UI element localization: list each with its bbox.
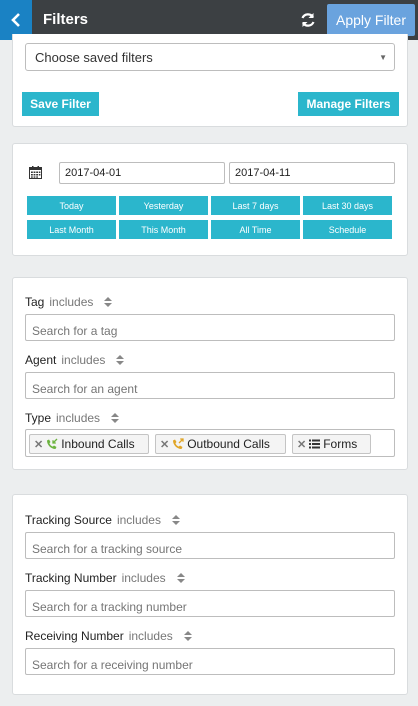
tag-label: Inbound Calls — [61, 437, 135, 451]
receiving-number-search-input[interactable] — [25, 648, 395, 675]
type-operator[interactable]: includes — [56, 411, 100, 425]
page-title: Filters — [43, 11, 89, 28]
filters-card-primary: Tag includes Agent includes Type include… — [12, 277, 408, 470]
tag-operator[interactable]: includes — [49, 295, 93, 309]
saved-filters-select-value: Choose saved filters — [35, 50, 153, 65]
tracking-source-search-input[interactable] — [25, 532, 395, 559]
type-tags-input[interactable]: ✕ Inbound Calls ✕ Outbound Calls ✕ Forms — [25, 429, 395, 457]
type-tag-outbound: ✕ Outbound Calls — [155, 434, 286, 454]
list-icon — [309, 439, 321, 449]
remove-tag-icon[interactable]: ✕ — [297, 438, 306, 451]
type-tag-inbound: ✕ Inbound Calls — [29, 434, 149, 454]
filters-card-tracking: Tracking Source includes Tracking Number… — [12, 494, 408, 695]
manage-filters-button[interactable]: Manage Filters — [298, 92, 399, 116]
receiving-number-label: Receiving Number — [25, 629, 124, 643]
end-date-input[interactable]: 2017-04-11 — [229, 162, 395, 184]
sort-icon[interactable] — [176, 573, 185, 583]
tracking-source-filter-label: Tracking Source includes — [25, 513, 180, 527]
remove-tag-icon[interactable]: ✕ — [34, 438, 43, 451]
today-button[interactable]: Today — [27, 196, 116, 215]
yesterday-button[interactable]: Yesterday — [119, 196, 208, 215]
sort-icon[interactable] — [104, 297, 113, 307]
receiving-number-filter-label: Receiving Number includes — [25, 629, 192, 643]
tracking-number-operator[interactable]: includes — [122, 571, 166, 585]
type-filter-label: Type includes — [25, 411, 120, 425]
tracking-number-search-input[interactable] — [25, 590, 395, 617]
this-month-button[interactable]: This Month — [119, 220, 208, 239]
save-filter-button[interactable]: Save Filter — [22, 92, 99, 116]
tag-label: Forms — [323, 437, 358, 451]
date-range-card: 2017-04-01 2017-04-11 Today Yesterday La… — [12, 143, 408, 256]
tag-label: Outbound Calls — [187, 437, 270, 451]
type-tag-forms: ✕ Forms — [292, 434, 371, 454]
tag-filter-label: Tag includes — [25, 295, 113, 309]
agent-label: Agent — [25, 353, 57, 367]
receiving-number-operator[interactable]: includes — [129, 629, 173, 643]
tracking-source-label: Tracking Source — [25, 513, 112, 527]
last-30-days-button[interactable]: Last 30 days — [303, 196, 392, 215]
saved-filters-card: Choose saved filters ▼ Save Filter Manag… — [12, 34, 408, 127]
agent-filter-label: Agent includes — [25, 353, 125, 367]
remove-tag-icon[interactable]: ✕ — [160, 438, 169, 451]
apply-filter-button[interactable]: Apply Filter — [327, 4, 415, 36]
inbound-call-icon — [47, 438, 58, 449]
calendar-icon[interactable] — [29, 166, 42, 179]
sort-icon[interactable] — [171, 515, 180, 525]
tag-label: Tag — [25, 295, 45, 309]
tag-search-input[interactable] — [25, 314, 395, 341]
caret-down-icon: ▼ — [379, 53, 387, 62]
type-label: Type — [25, 411, 52, 425]
saved-filters-select[interactable]: Choose saved filters ▼ — [25, 43, 395, 71]
last-month-button[interactable]: Last Month — [27, 220, 116, 239]
sort-icon[interactable] — [111, 413, 120, 423]
agent-operator[interactable]: includes — [61, 353, 105, 367]
schedule-button[interactable]: Schedule — [303, 220, 392, 239]
chevron-left-icon — [11, 13, 20, 27]
all-time-button[interactable]: All Time — [211, 220, 300, 239]
last-7-days-button[interactable]: Last 7 days — [211, 196, 300, 215]
tracking-number-label: Tracking Number — [25, 571, 117, 585]
tracking-number-filter-label: Tracking Number includes — [25, 571, 185, 585]
tracking-source-operator[interactable]: includes — [117, 513, 161, 527]
agent-search-input[interactable] — [25, 372, 395, 399]
refresh-icon[interactable] — [299, 11, 317, 29]
outbound-call-icon — [173, 438, 184, 449]
sort-icon[interactable] — [183, 631, 192, 641]
sort-icon[interactable] — [116, 355, 125, 365]
start-date-input[interactable]: 2017-04-01 — [59, 162, 225, 184]
